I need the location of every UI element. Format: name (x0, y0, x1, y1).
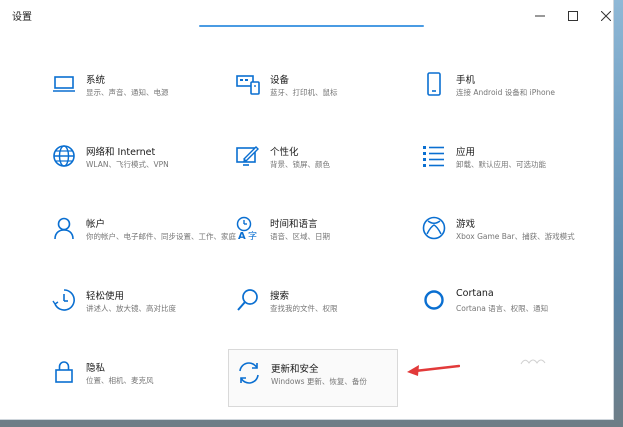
faint-scribble-decoration (520, 359, 546, 365)
red-arrow-annotation (407, 364, 460, 376)
settings-item-network[interactable]: 网络和 Internet WLAN、飞行模式、VPN (52, 144, 227, 192)
cortana-ring-icon (424, 290, 444, 310)
settings-item-cortana[interactable]: Cortana Cortana 语言、权限、通知 (422, 288, 607, 336)
svg-text:A: A (238, 231, 246, 240)
item-name: 更新和安全 (271, 364, 319, 375)
settings-item-system[interactable]: 系统 显示、声音、通知、电源 (52, 72, 227, 120)
item-desc: 位置、相机、麦克风 (86, 376, 154, 385)
settings-item-gaming[interactable]: 游戏 Xbox Game Bar、捕获、游戏模式 (422, 216, 607, 264)
item-name: 设备 (270, 75, 290, 86)
laptop-icon (53, 76, 75, 92)
item-name: 时间和语言 (270, 219, 318, 230)
settings-item-search[interactable]: 搜索 查找我的文件、权限 (236, 288, 411, 336)
item-name: 个性化 (270, 147, 299, 158)
item-name: 游戏 (456, 219, 476, 230)
item-name: Cortana (456, 288, 494, 299)
item-name: 应用 (456, 147, 476, 158)
maximize-icon (568, 11, 578, 21)
item-desc: Windows 更新、恢复、备份 (271, 377, 367, 386)
settings-item-privacy[interactable]: 隐私 位置、相机、麦克风 (52, 360, 227, 408)
settings-item-ease-of-access[interactable]: 轻松使用 讲述人、放大镜、高对比度 (52, 288, 227, 336)
maximize-button[interactable] (561, 6, 585, 26)
search-icon (237, 289, 258, 311)
item-name: 帐户 (86, 219, 106, 230)
item-desc: 你的帐户、电子邮件、同步设置、工作、家庭 (86, 232, 236, 241)
account-person-icon (54, 217, 74, 240)
apps-list-icon (423, 146, 444, 167)
item-desc: 查找我的文件、权限 (270, 304, 338, 313)
time-language-icon: A 字 (236, 216, 257, 240)
ease-of-access-icon (52, 289, 75, 311)
devices-icon (236, 75, 260, 95)
settings-item-time-language[interactable]: A 字 时间和语言 语音、区域、日期 (236, 216, 411, 264)
lock-icon (55, 361, 73, 383)
svg-text:字: 字 (248, 230, 257, 240)
settings-item-apps[interactable]: 应用 卸载、默认应用、可选功能 (422, 144, 607, 192)
item-desc: 讲述人、放大镜、高对比度 (86, 304, 176, 313)
settings-item-update-security[interactable]: 更新和安全 Windows 更新、恢复、备份 (228, 349, 398, 407)
item-name: 系统 (86, 75, 106, 86)
close-icon (601, 11, 611, 21)
personalization-icon (236, 146, 259, 166)
item-name: 网络和 Internet (86, 147, 156, 158)
update-sync-icon (239, 362, 259, 384)
item-desc: 显示、声音、通知、电源 (86, 88, 169, 97)
globe-icon (53, 145, 75, 167)
item-desc: 连接 Android 设备和 iPhone (456, 88, 555, 97)
close-button[interactable] (594, 6, 618, 26)
phone-icon (427, 72, 441, 96)
item-desc: 语音、区域、日期 (270, 232, 330, 241)
xbox-icon (422, 216, 446, 240)
item-name: 轻松使用 (86, 291, 125, 302)
item-desc: WLAN、飞行模式、VPN (86, 160, 169, 169)
minimize-icon (535, 15, 545, 17)
settings-window: 设置 系统 显示、声音、通知、电源 设备 蓝牙、打印机、鼠标 手机 连接 And… (0, 0, 614, 420)
title-bar: 设置 (0, 0, 613, 32)
settings-item-devices[interactable]: 设备 蓝牙、打印机、鼠标 (236, 72, 411, 120)
item-desc: 卸载、默认应用、可选功能 (456, 160, 546, 169)
item-name: 搜索 (270, 291, 290, 302)
search-box-underline[interactable] (199, 25, 424, 27)
item-desc: Cortana 语言、权限、通知 (456, 304, 549, 313)
settings-item-phone[interactable]: 手机 连接 Android 设备和 iPhone (422, 72, 607, 120)
minimize-button[interactable] (528, 6, 552, 26)
item-desc: 蓝牙、打印机、鼠标 (270, 88, 338, 97)
window-title: 设置 (12, 12, 32, 23)
settings-item-personalization[interactable]: 个性化 背景、锁屏、颜色 (236, 144, 411, 192)
item-name: 手机 (456, 75, 476, 86)
item-desc: Xbox Game Bar、捕获、游戏模式 (456, 232, 575, 241)
item-desc: 背景、锁屏、颜色 (270, 160, 330, 169)
settings-item-accounts[interactable]: 帐户 你的帐户、电子邮件、同步设置、工作、家庭 (52, 216, 236, 264)
item-name: 隐私 (86, 363, 106, 374)
